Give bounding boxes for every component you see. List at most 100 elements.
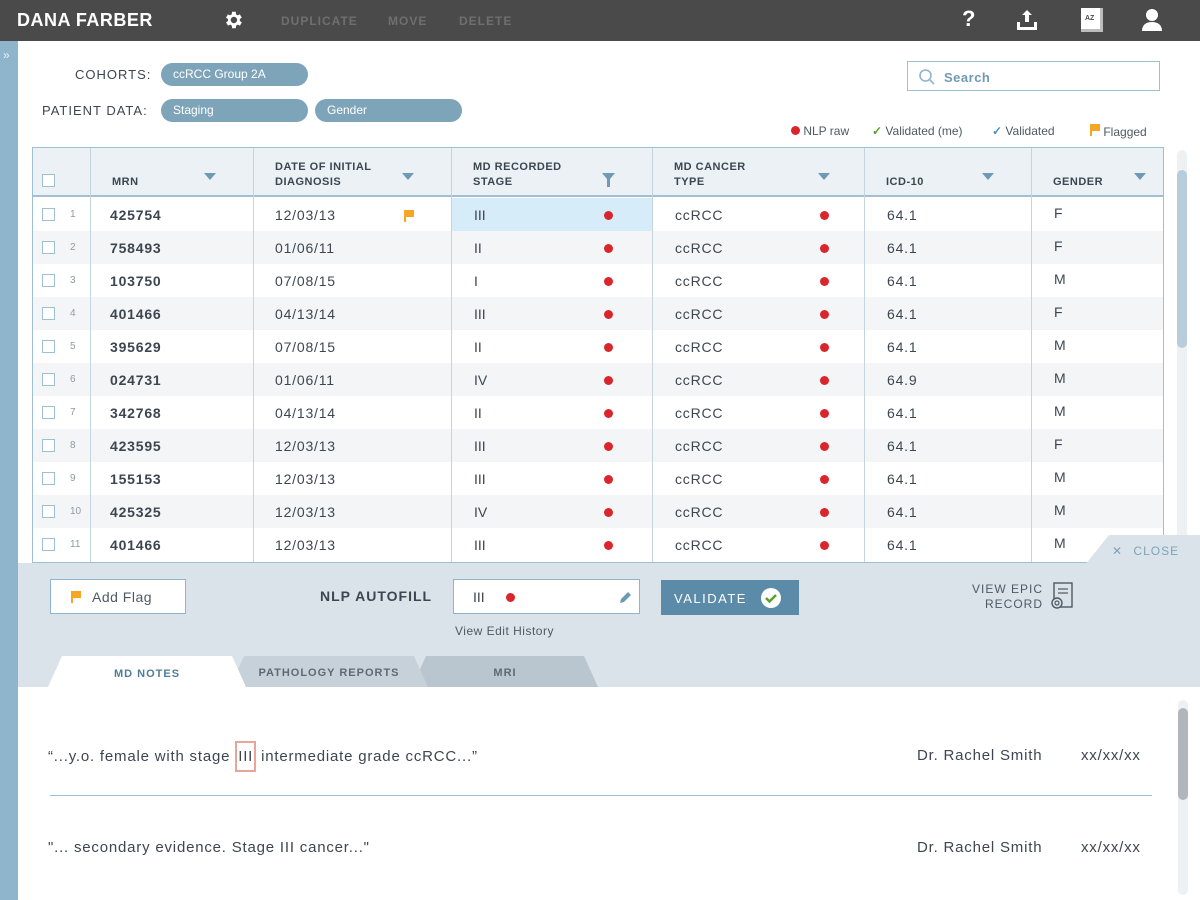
cell-icd10[interactable]: 64.1 — [887, 306, 917, 322]
table-scrollbar-thumb[interactable] — [1177, 170, 1187, 348]
tab-md-notes[interactable]: MD NOTES — [48, 656, 246, 687]
table-scrollbar[interactable] — [1177, 150, 1187, 550]
cell-gender[interactable]: M — [1054, 403, 1066, 419]
gender-chip[interactable]: Gender — [315, 99, 462, 122]
row-checkbox[interactable] — [42, 373, 55, 386]
cell-date[interactable]: 01/06/11 — [275, 240, 335, 256]
notes-scrollbar[interactable] — [1178, 700, 1188, 895]
cell-cancer-type[interactable]: ccRCC — [675, 405, 723, 421]
close-icon[interactable]: ✕ — [1112, 544, 1123, 558]
left-rail[interactable]: » — [0, 41, 18, 900]
cell-stage[interactable]: III — [474, 537, 486, 553]
table-row[interactable]: 4 401466 04/13/14 III ccRCC 64.1 F — [33, 297, 1163, 330]
cell-date[interactable]: 12/03/13 — [275, 471, 336, 487]
expand-chevron-icon[interactable]: » — [3, 48, 10, 62]
cell-icd10[interactable]: 64.1 — [887, 471, 917, 487]
sort-caret-icon[interactable] — [818, 173, 830, 180]
cell-icd10[interactable]: 64.9 — [887, 372, 917, 388]
cell-date[interactable]: 12/03/13 — [275, 537, 336, 553]
cell-icd10[interactable]: 64.1 — [887, 504, 917, 520]
cell-mrn[interactable]: 423595 — [110, 438, 162, 454]
sort-caret-icon[interactable] — [982, 173, 994, 180]
cohort-chip[interactable]: ccRCC Group 2A — [161, 63, 308, 86]
cell-date[interactable]: 12/03/13 — [275, 207, 336, 223]
sort-caret-icon[interactable] — [1134, 173, 1146, 180]
cell-cancer-type[interactable]: ccRCC — [675, 372, 723, 388]
cell-mrn[interactable]: 342768 — [110, 405, 162, 421]
cell-stage[interactable]: IV — [474, 372, 487, 388]
cell-date[interactable]: 04/13/14 — [275, 405, 336, 421]
cell-date[interactable]: 12/03/13 — [275, 438, 336, 454]
cell-gender[interactable]: M — [1054, 469, 1066, 485]
cell-icd10[interactable]: 64.1 — [887, 240, 917, 256]
cell-gender[interactable]: F — [1054, 238, 1063, 254]
cell-icd10[interactable]: 64.1 — [887, 438, 917, 454]
cell-date[interactable]: 04/13/14 — [275, 306, 336, 322]
search-box[interactable]: Search — [907, 61, 1160, 91]
row-checkbox[interactable] — [42, 307, 55, 320]
cell-stage[interactable]: II — [474, 405, 482, 421]
sort-az-icon[interactable]: AZ — [1081, 8, 1103, 32]
delete-button[interactable]: DELETE — [459, 14, 512, 28]
note-1-text[interactable]: “...y.o. female with stage III intermedi… — [48, 741, 478, 772]
cell-date[interactable]: 07/08/15 — [275, 273, 336, 289]
cell-stage[interactable]: III — [474, 207, 486, 223]
table-row[interactable]: 11 401466 12/03/13 III ccRCC 64.1 M — [33, 528, 1163, 561]
cell-gender[interactable]: F — [1054, 436, 1063, 452]
cell-gender[interactable]: M — [1054, 370, 1066, 386]
help-icon[interactable]: ? — [962, 6, 988, 32]
cell-cancer-type[interactable]: ccRCC — [675, 207, 723, 223]
cell-date[interactable]: 12/03/13 — [275, 504, 336, 520]
staging-chip[interactable]: Staging — [161, 99, 308, 122]
cell-stage[interactable]: III — [474, 438, 486, 454]
table-row[interactable]: 6 024731 01/06/11 IV ccRCC 64.9 M — [33, 363, 1163, 396]
highlighted-stage[interactable]: III — [235, 741, 257, 772]
filter-icon[interactable] — [602, 173, 615, 187]
cell-stage[interactable]: III — [474, 306, 486, 322]
col-mrn[interactable]: MRN — [90, 148, 253, 197]
cell-gender[interactable]: M — [1054, 535, 1066, 551]
cell-icd10[interactable]: 64.1 — [887, 207, 917, 223]
cell-mrn[interactable]: 024731 — [110, 372, 162, 388]
nlp-autofill-field[interactable]: III — [453, 579, 640, 614]
cell-icd10[interactable]: 64.1 — [887, 339, 917, 355]
table-row[interactable]: 1 425754 12/03/13 III ccRCC 64.1 F — [33, 198, 1163, 231]
sort-caret-icon[interactable] — [204, 173, 216, 180]
duplicate-button[interactable]: DUPLICATE — [281, 14, 358, 28]
cell-stage[interactable]: II — [474, 240, 482, 256]
col-icd10[interactable]: ICD-10 — [864, 148, 1031, 197]
row-checkbox[interactable] — [42, 439, 55, 452]
cell-date[interactable]: 01/06/11 — [275, 372, 335, 388]
user-icon[interactable] — [1139, 7, 1165, 33]
gear-icon[interactable] — [222, 9, 244, 31]
view-epic-record-link[interactable]: VIEW EPIC RECORD — [972, 582, 1043, 612]
cell-gender[interactable]: M — [1054, 271, 1066, 287]
table-row[interactable]: 2 758493 01/06/11 II ccRCC 64.1 F — [33, 231, 1163, 264]
cell-cancer-type[interactable]: ccRCC — [675, 504, 723, 520]
table-row[interactable]: 9 155153 12/03/13 III ccRCC 64.1 M — [33, 462, 1163, 495]
cell-cancer-type[interactable]: ccRCC — [675, 471, 723, 487]
cell-mrn[interactable]: 425325 — [110, 504, 162, 520]
cell-mrn[interactable]: 425754 — [110, 207, 162, 223]
cell-mrn[interactable]: 401466 — [110, 537, 162, 553]
tab-pathology-reports[interactable]: PATHOLOGY REPORTS — [230, 656, 428, 687]
cell-date[interactable]: 07/08/15 — [275, 339, 336, 355]
col-gender[interactable]: GENDER — [1031, 148, 1163, 197]
row-checkbox[interactable] — [42, 538, 55, 551]
col-stage[interactable]: MD RECORDED STAGE — [451, 148, 652, 197]
move-button[interactable]: MOVE — [388, 14, 427, 28]
cell-stage[interactable]: II — [474, 339, 482, 355]
cell-stage[interactable]: III — [474, 471, 486, 487]
add-flag-button[interactable]: Add Flag — [50, 579, 186, 614]
cell-gender[interactable]: F — [1054, 205, 1063, 221]
select-all-checkbox[interactable] — [42, 174, 55, 187]
row-checkbox[interactable] — [42, 274, 55, 287]
table-row[interactable]: 7 342768 04/13/14 II ccRCC 64.1 M — [33, 396, 1163, 429]
close-button[interactable]: ✕ CLOSE — [1112, 544, 1179, 558]
cell-cancer-type[interactable]: ccRCC — [675, 273, 723, 289]
col-cancer-type[interactable]: MD CANCER TYPE — [652, 148, 864, 197]
cell-gender[interactable]: M — [1054, 337, 1066, 353]
cell-icd10[interactable]: 64.1 — [887, 405, 917, 421]
cell-gender[interactable]: F — [1054, 304, 1063, 320]
row-checkbox[interactable] — [42, 406, 55, 419]
